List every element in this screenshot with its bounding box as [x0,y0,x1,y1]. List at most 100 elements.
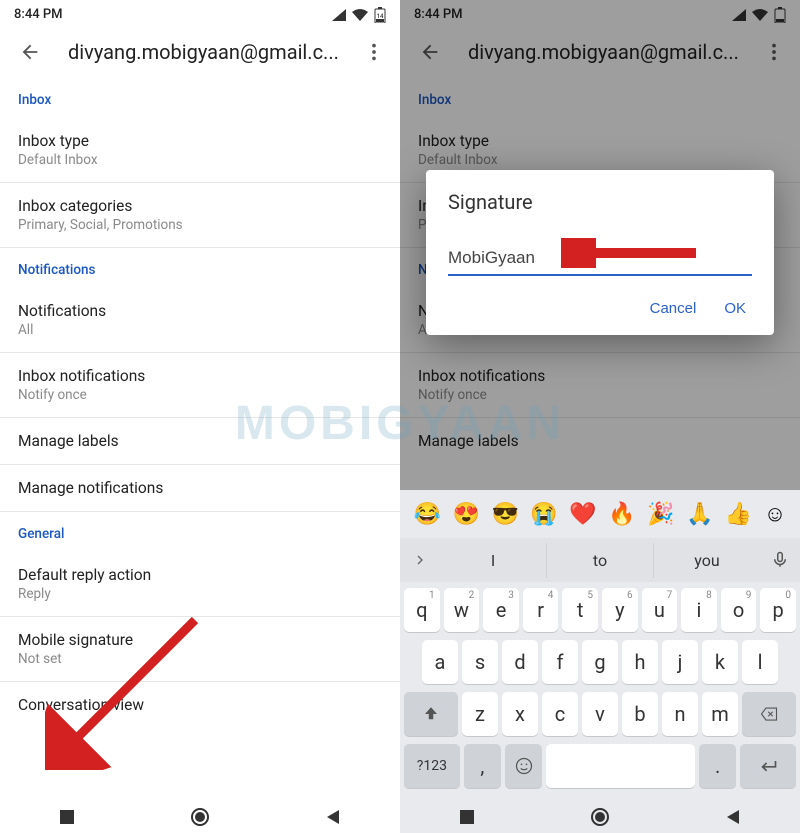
microphone-icon [771,551,789,569]
setting-mobile-signature[interactable]: Mobile signature Not set [0,617,400,682]
dialog-title: Signature [448,190,752,214]
letter-key-t[interactable]: t5 [562,588,598,632]
emoji-key[interactable] [505,744,542,788]
symbols-key[interactable]: ?123 [404,744,460,788]
setting-subtitle: All [18,322,382,338]
emoji-suggestion[interactable]: 😂 [414,502,441,527]
comma-key[interactable]: , [464,744,501,788]
letter-key-c[interactable]: c [542,692,578,736]
nav-home-button[interactable] [587,804,613,830]
emoji-suggestion[interactable]: 😭 [530,502,557,527]
enter-key[interactable] [740,744,796,788]
account-email-title: divyang.mobigyaan@gmail.c... [50,40,354,64]
emoji-suggestion[interactable]: 👍 [725,502,752,527]
app-bar: divyang.mobigyaan@gmail.c... [0,26,400,78]
emoji-suggestion[interactable]: 😍 [453,502,480,527]
nav-back-button[interactable] [720,804,746,830]
text-suggestion-row: Itoyou [400,538,800,582]
letter-key-f[interactable]: f [542,640,578,684]
emoji-suggestion-row: 😂 😍 😎 😭 ❤️ 🔥 🎉 🙏 👍 ☺ [400,490,800,538]
letter-key-l[interactable]: l [742,640,778,684]
status-icons: 14 [332,7,386,23]
expand-suggestions-button[interactable] [400,552,440,568]
letter-key-d[interactable]: d [502,640,538,684]
soft-keyboard[interactable]: 😂😍😎😭❤️🔥🎉🙏👍☺ Itoyou q1w2e3r4t5y6u7i8o9p0 … [400,490,800,800]
setting-manage-notifications[interactable]: Manage notifications [0,465,400,512]
shift-key[interactable] [404,692,458,736]
space-key[interactable] [546,744,695,788]
setting-title: Inbox type [18,132,382,150]
letter-key-y[interactable]: y6 [602,588,638,632]
letter-key-r[interactable]: r4 [523,588,559,632]
period-key[interactable]: . [699,744,736,788]
setting-conversation-view[interactable]: Conversation view [0,682,400,728]
voice-input-button[interactable] [760,551,800,569]
setting-inbox-notifications[interactable]: Inbox notifications Notify once [0,353,400,418]
letter-key-k[interactable]: k [702,640,738,684]
letter-key-o[interactable]: o9 [721,588,757,632]
letter-key-w[interactable]: w2 [444,588,480,632]
letter-key-b[interactable]: b [622,692,658,736]
nav-recent-button[interactable] [54,804,80,830]
setting-subtitle: Notify once [18,387,382,403]
setting-default-reply-action[interactable]: Default reply action Reply [0,552,400,617]
nav-back-button[interactable] [320,804,346,830]
letter-key-m[interactable]: m [702,692,738,736]
section-general: General [0,512,400,552]
setting-inbox-type[interactable]: Inbox type Default Inbox [0,118,400,183]
letter-key-v[interactable]: v [582,692,618,736]
chevron-right-icon [412,552,428,568]
emoji-suggestion[interactable]: ☺ [764,501,786,527]
setting-title: Inbox notifications [18,367,382,385]
signal-icon [332,9,346,21]
setting-title: Inbox categories [18,197,382,215]
setting-inbox-categories[interactable]: Inbox categories Primary, Social, Promot… [0,183,400,248]
battery-icon: 14 [374,7,386,23]
setting-manage-labels[interactable]: Manage labels [0,418,400,465]
nav-recent-button[interactable] [454,804,480,830]
letter-key-s[interactable]: s [462,640,498,684]
letter-key-z[interactable]: z [462,692,498,736]
overflow-menu-button[interactable] [354,32,394,72]
emoji-suggestion[interactable]: 🔥 [608,502,635,527]
letter-key-q[interactable]: q1 [404,588,440,632]
signature-dialog: Signature Cancel OK [426,170,774,335]
letter-key-n[interactable]: n [662,692,698,736]
letter-key-p[interactable]: p0 [760,588,796,632]
left-screenshot: 8:44 PM 14 divyang.mobigyaan@gmail.c... … [0,0,400,833]
emoji-suggestion[interactable]: 🙏 [686,502,713,527]
svg-text:14: 14 [377,13,384,20]
setting-notifications[interactable]: Notifications All [0,288,400,353]
letter-key-x[interactable]: x [502,692,538,736]
text-suggestion[interactable]: to [546,543,653,578]
letter-key-a[interactable]: a [422,640,458,684]
setting-title: Mobile signature [18,631,382,649]
emoji-suggestion[interactable]: ❤️ [569,502,596,527]
setting-subtitle: Reply [18,586,382,602]
setting-title: Manage labels [18,432,382,450]
setting-subtitle: Not set [18,651,382,667]
setting-title: Notifications [18,302,382,320]
letter-key-u[interactable]: u7 [642,588,678,632]
letter-key-i[interactable]: i8 [681,588,717,632]
text-suggestion[interactable]: I [440,543,546,578]
dialog-cancel-button[interactable]: Cancel [650,300,697,317]
section-inbox: Inbox [0,78,400,118]
emoji-suggestion[interactable]: 😎 [492,502,519,527]
letter-key-h[interactable]: h [622,640,658,684]
emoji-suggestion[interactable]: 🎉 [647,502,674,527]
dialog-ok-button[interactable]: OK [724,300,746,317]
signature-input[interactable] [448,244,752,276]
letter-key-j[interactable]: j [662,640,698,684]
setting-subtitle: Primary, Social, Promotions [18,217,382,233]
text-suggestion[interactable]: you [653,543,760,578]
status-bar: 8:44 PM 14 [0,0,400,26]
letter-key-g[interactable]: g [582,640,618,684]
smiley-icon [514,756,534,776]
backspace-key[interactable] [742,692,796,736]
wifi-icon [352,9,368,21]
navigation-bar [0,800,400,833]
letter-key-e[interactable]: e3 [483,588,519,632]
nav-home-button[interactable] [187,804,213,830]
back-button[interactable] [10,32,50,72]
